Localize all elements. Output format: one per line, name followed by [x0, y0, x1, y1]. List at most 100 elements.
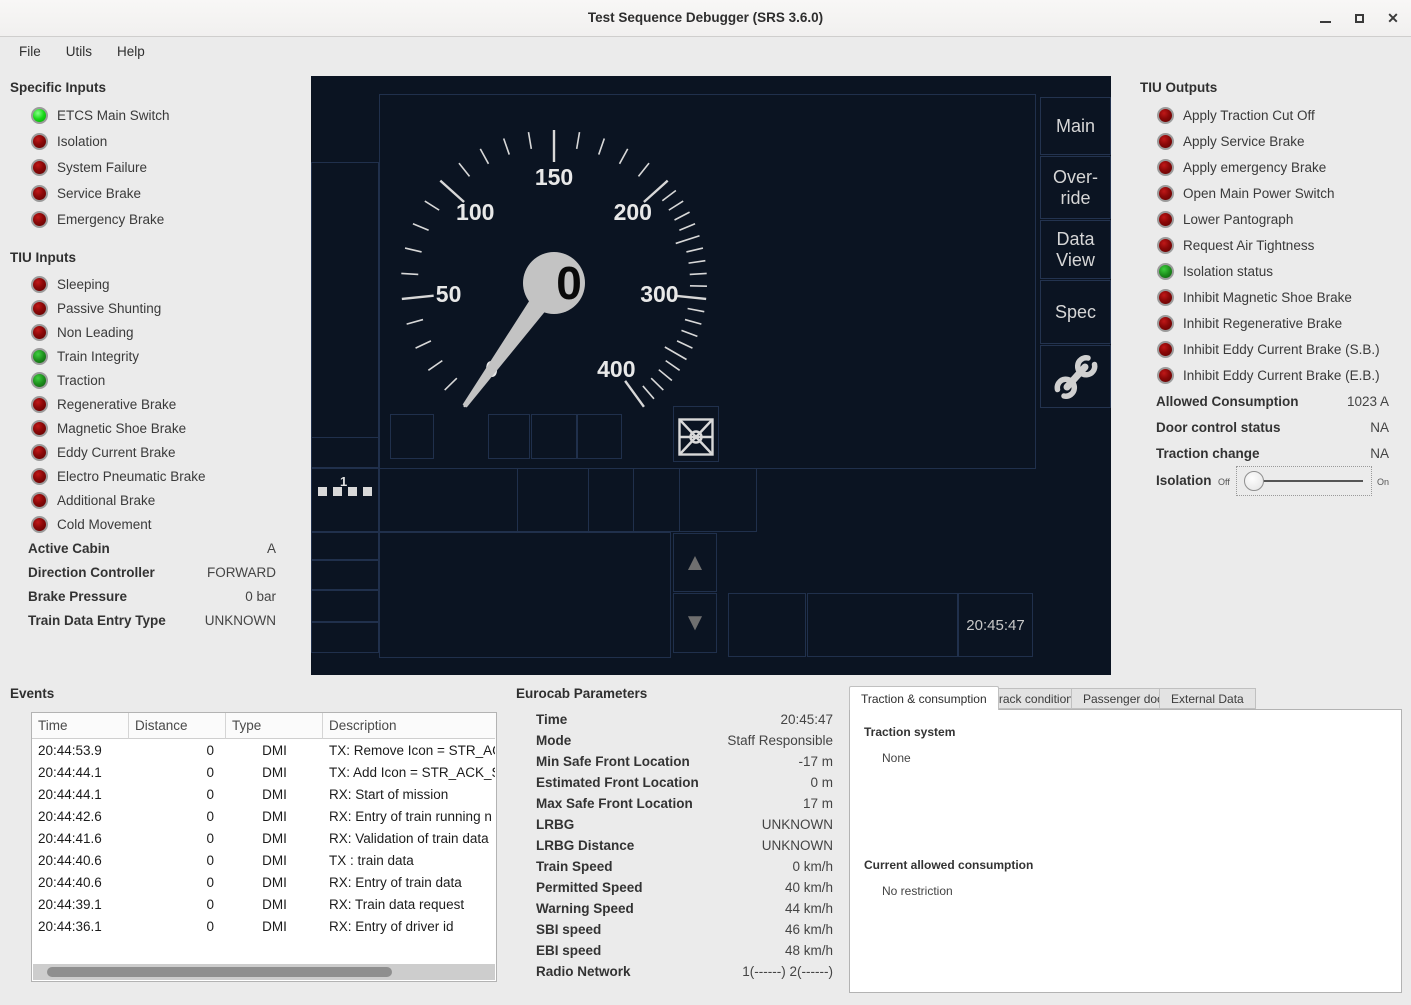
param-label: EBI speed — [536, 943, 601, 958]
input-led-row[interactable]: Cold Movement — [31, 512, 206, 536]
output-led-row: Inhibit Regenerative Brake — [1157, 310, 1380, 336]
param-row: Mode Staff Responsible — [536, 730, 833, 751]
maximize-button[interactable] — [1344, 0, 1374, 36]
led-label: System Failure — [57, 160, 147, 175]
dmi-function-button[interactable]: Main — [1040, 97, 1111, 155]
dmi-clock-cell: 20:45:47 — [958, 593, 1033, 657]
input-led-row[interactable]: Additional Brake — [31, 488, 206, 512]
column-header-distance[interactable]: Distance — [129, 713, 226, 739]
led-indicator — [1157, 289, 1174, 306]
column-header-description[interactable]: Description — [323, 713, 495, 739]
menu-item[interactable]: File — [10, 40, 50, 63]
input-led-row[interactable]: Electro Pneumatic Brake — [31, 464, 206, 488]
output-led-row: Inhibit Eddy Current Brake (E.B.) — [1157, 362, 1380, 388]
led-label: Inhibit Magnetic Shoe Brake — [1183, 290, 1352, 305]
left-params: Active Cabin A Direction Controller FORW… — [28, 536, 276, 632]
input-led-row[interactable]: Eddy Current Brake — [31, 440, 206, 464]
menu-item[interactable]: Help — [108, 40, 154, 63]
event-row[interactable]: 20:44:40.6 0 DMI RX: Entry of train data — [32, 871, 496, 893]
input-led-row[interactable]: Isolation — [31, 128, 170, 154]
event-type: DMI — [226, 761, 323, 783]
column-header-type[interactable]: Type — [226, 713, 323, 739]
led-label: Isolation — [57, 134, 107, 149]
dmi-settings-button[interactable] — [1040, 345, 1111, 408]
param-row: Radio Network 1(------) 2(------) — [536, 961, 833, 982]
param-value: NA — [1370, 446, 1389, 461]
event-row[interactable]: 20:44:39.1 0 DMI RX: Train data request — [32, 893, 496, 915]
close-icon: ✕ — [1387, 0, 1399, 36]
isolation-slider[interactable] — [1236, 466, 1372, 496]
tab-external-data[interactable]: External Data — [1159, 688, 1256, 709]
event-description: TX : train data — [323, 849, 495, 871]
led-label: Apply emergency Brake — [1183, 160, 1326, 175]
dmi-function-button[interactable]: Spec — [1040, 280, 1111, 344]
param-row: LRBG UNKNOWN — [536, 814, 833, 835]
input-led-row[interactable]: Train Integrity — [31, 344, 206, 368]
minimize-button[interactable] — [1310, 0, 1340, 36]
horizontal-scrollbar[interactable] — [33, 964, 495, 980]
led-indicator — [1157, 159, 1174, 176]
column-header-time[interactable]: Time — [32, 713, 129, 739]
event-row[interactable]: 20:44:36.1 0 DMI RX: Entry of driver id — [32, 915, 496, 937]
speedometer: 0501001502003004000 — [379, 94, 1036, 469]
wrench-icon — [1050, 353, 1102, 401]
svg-text:300: 300 — [640, 281, 678, 307]
tab-traction-consumption[interactable]: Traction & consumption — [849, 686, 999, 710]
led-label: Additional Brake — [57, 493, 155, 508]
titlebar: Test Sequence Debugger (SRS 3.6.0) — [0, 0, 1411, 37]
scroll-up-icon: ▲ — [683, 549, 707, 577]
input-led-row[interactable]: System Failure — [31, 154, 170, 180]
param-value: Staff Responsible — [727, 733, 833, 748]
param-value: 40 km/h — [785, 880, 833, 895]
led-indicator — [31, 372, 48, 389]
param-label: Active Cabin — [28, 541, 110, 556]
param-value: 46 km/h — [785, 922, 833, 937]
param-value: A — [267, 541, 276, 556]
led-indicator — [1157, 263, 1174, 280]
input-led-row[interactable]: Sleeping — [31, 272, 206, 296]
event-row[interactable]: 20:44:42.6 0 DMI RX: Entry of train runn… — [32, 805, 496, 827]
input-led-row[interactable]: Regenerative Brake — [31, 392, 206, 416]
led-indicator — [1157, 367, 1174, 384]
param-row: Direction Controller FORWARD — [28, 560, 276, 584]
event-type: DMI — [226, 871, 323, 893]
input-led-row[interactable]: Emergency Brake — [31, 206, 170, 232]
event-row[interactable]: 20:44:53.9 0 DMI TX: Remove Icon = STR_A… — [32, 739, 496, 761]
event-time: 20:44:40.6 — [32, 871, 129, 893]
param-value: 17 m — [803, 796, 833, 811]
close-button[interactable]: ✕ — [1378, 0, 1408, 36]
input-led-row[interactable]: Passive Shunting — [31, 296, 206, 320]
input-led-row[interactable]: Traction — [31, 368, 206, 392]
param-row: EBI speed 48 km/h — [536, 940, 833, 961]
led-label: Emergency Brake — [57, 212, 164, 227]
param-label: Allowed Consumption — [1156, 394, 1299, 409]
level-square — [318, 487, 327, 496]
menu-item[interactable]: Utils — [57, 40, 101, 63]
event-row[interactable]: 20:44:44.1 0 DMI RX: Start of mission — [32, 783, 496, 805]
input-led-row[interactable]: Non Leading — [31, 320, 206, 344]
scrollbar-thumb[interactable] — [47, 967, 392, 977]
scroll-up-button[interactable]: ▲ — [673, 533, 717, 592]
led-label: Request Air Tightness — [1183, 238, 1314, 253]
led-indicator — [31, 444, 48, 461]
dmi-function-button[interactable]: Over- ride — [1040, 156, 1111, 219]
specific-inputs-title: Specific Inputs — [10, 80, 106, 95]
event-row[interactable]: 20:44:41.6 0 DMI RX: Validation of train… — [32, 827, 496, 849]
dmi-cell — [728, 593, 806, 657]
slider-knob[interactable] — [1244, 471, 1264, 491]
input-led-row[interactable]: Service Brake — [31, 180, 170, 206]
led-indicator — [1157, 341, 1174, 358]
led-indicator — [31, 516, 48, 533]
dmi-planning-area — [379, 532, 671, 658]
input-led-row[interactable]: Magnetic Shoe Brake — [31, 416, 206, 440]
tiu-outputs-title: TIU Outputs — [1140, 80, 1217, 95]
param-value: UNKNOWN — [762, 817, 833, 832]
param-value: 0 bar — [245, 589, 276, 604]
event-row[interactable]: 20:44:40.6 0 DMI TX : train data — [32, 849, 496, 871]
event-row[interactable]: 20:44:44.1 0 DMI TX: Add Icon = STR_ACK_… — [32, 761, 496, 783]
input-led-row[interactable]: ETCS Main Switch — [31, 102, 170, 128]
dmi-function-button[interactable]: Data View — [1040, 220, 1111, 279]
event-description: RX: Validation of train data — [323, 827, 495, 849]
scroll-down-button[interactable]: ▼ — [673, 593, 717, 653]
event-distance: 0 — [129, 805, 226, 827]
